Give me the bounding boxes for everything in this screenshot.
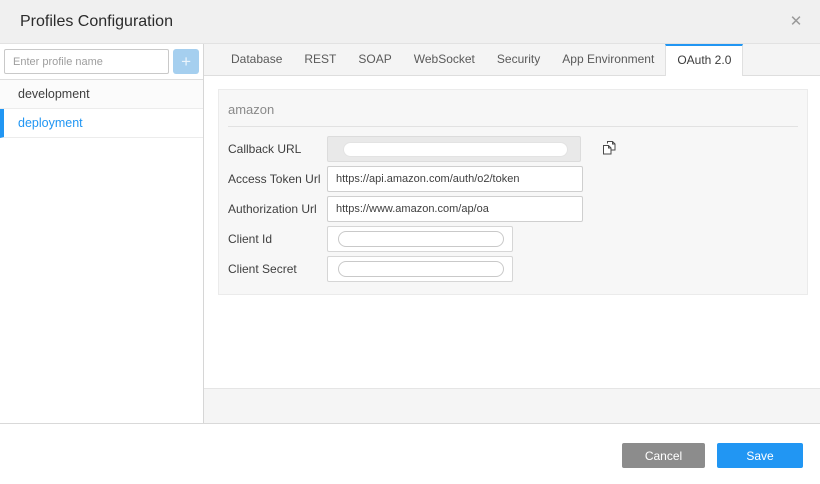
callback-url-field (327, 136, 581, 162)
authorization-url-label: Authorization Url (228, 202, 327, 216)
profile-item-development[interactable]: development (0, 80, 203, 109)
amazon-oauth-panel: amazon Callback URL (218, 89, 808, 295)
dialog-header: Profiles Configuration ✕ (0, 0, 820, 44)
access-token-url-row: Access Token Url (228, 166, 798, 192)
tab-bar: Database REST SOAP WebSocket Security Ap… (204, 44, 820, 76)
access-token-url-label: Access Token Url (228, 172, 327, 186)
cancel-button[interactable]: Cancel (622, 443, 705, 468)
tab-app-environment[interactable]: App Environment (551, 44, 665, 75)
tab-panel-footer (204, 388, 820, 423)
redacted-value (338, 261, 504, 277)
access-token-url-input[interactable] (327, 166, 583, 192)
tab-soap[interactable]: SOAP (347, 44, 402, 75)
authorization-url-input[interactable] (327, 196, 583, 222)
client-id-row: Client Id (228, 226, 798, 252)
profile-item-deployment[interactable]: deployment (0, 109, 203, 138)
callback-url-row: Callback URL (228, 136, 798, 162)
dialog-footer: Cancel Save (0, 424, 820, 484)
tab-websocket[interactable]: WebSocket (403, 44, 486, 75)
authorization-url-row: Authorization Url (228, 196, 798, 222)
tab-security[interactable]: Security (486, 44, 551, 75)
provider-section-title: amazon (228, 90, 798, 127)
add-profile-button[interactable]: + (173, 49, 199, 74)
profiles-sidebar: + development deployment (0, 44, 204, 423)
client-secret-field[interactable] (327, 256, 513, 282)
dialog-body: + development deployment Database REST S… (0, 44, 820, 424)
tab-content: amazon Callback URL (204, 76, 820, 388)
main-panel: Database REST SOAP WebSocket Security Ap… (204, 44, 820, 423)
dialog-title: Profiles Configuration (20, 0, 173, 43)
tab-database[interactable]: Database (220, 44, 293, 75)
profiles-configuration-dialog: Profiles Configuration ✕ + development d… (0, 0, 820, 484)
callback-url-label: Callback URL (228, 142, 327, 156)
tab-oauth-2-0[interactable]: OAuth 2.0 (665, 44, 743, 76)
profile-list: development deployment (0, 80, 203, 423)
client-id-field[interactable] (327, 226, 513, 252)
copy-icon[interactable] (599, 139, 619, 159)
client-id-label: Client Id (228, 232, 327, 246)
redacted-value (338, 231, 504, 247)
profile-name-input[interactable] (4, 49, 169, 74)
tab-rest[interactable]: REST (293, 44, 347, 75)
client-secret-row: Client Secret (228, 256, 798, 282)
client-secret-label: Client Secret (228, 262, 327, 276)
redacted-value (343, 142, 568, 157)
save-button[interactable]: Save (717, 443, 803, 468)
close-icon[interactable]: ✕ (786, 12, 806, 32)
oauth-form: Callback URL (228, 127, 798, 282)
profile-input-row: + (0, 44, 203, 80)
